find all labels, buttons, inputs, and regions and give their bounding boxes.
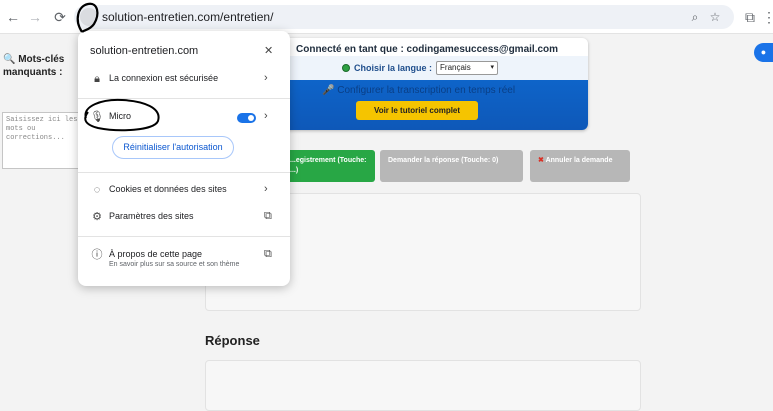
mic-label: Micro bbox=[109, 111, 131, 121]
site-settings-item[interactable]: ⚙ Paramètres des sites ⧉ bbox=[78, 206, 290, 228]
extensions-icon[interactable]: ⧉ bbox=[741, 8, 759, 26]
tutorial-button[interactable]: Voir le tutoriel complet bbox=[356, 101, 478, 120]
tutorial-button-label: Voir le tutoriel complet bbox=[373, 106, 461, 115]
cookie-icon: ◌ bbox=[93, 184, 101, 196]
cookies-item[interactable]: ◌ Cookies et données des sites › bbox=[78, 179, 290, 201]
reload-icon[interactable]: ⟳ bbox=[51, 8, 69, 26]
popup-divider bbox=[78, 172, 290, 173]
popup-host: solution-entretien.com bbox=[90, 45, 199, 57]
missing-keywords-placeholder: Saisissez ici les mots ou corrections... bbox=[6, 116, 78, 142]
response-area[interactable] bbox=[205, 360, 641, 411]
language-select-value: Français bbox=[440, 63, 471, 72]
about-page-item[interactable]: ⓘ À propos de cette page En savoir plus … bbox=[78, 244, 290, 268]
response-heading: Réponse bbox=[205, 333, 260, 348]
record-button[interactable]: ...egistrement (Touche: ...) bbox=[282, 150, 375, 182]
zoom-icon[interactable]: ⌕ bbox=[688, 10, 702, 24]
record-button-label: ...egistrement (Touche: ...) bbox=[290, 157, 367, 174]
cookies-label: Cookies et données des sites bbox=[109, 184, 227, 194]
external-link-icon: ⧉ bbox=[264, 210, 272, 222]
chevron-right-icon[interactable]: › bbox=[264, 110, 268, 122]
browser-toolbar: ← → ⟳ solution-entretien.com/entretien/ … bbox=[0, 0, 773, 34]
ask-answer-button[interactable]: Demander la réponse (Touche: 0) bbox=[380, 150, 523, 182]
cancel-request-button[interactable]: ✖ Annuler la demande bbox=[530, 150, 630, 182]
popup-divider bbox=[78, 236, 290, 237]
mic-permission-item[interactable]: 🎙︎ Micro › bbox=[78, 106, 290, 128]
cancel-request-button-label: Annuler la demande bbox=[545, 157, 613, 164]
bookmark-star-icon[interactable]: ☆ bbox=[708, 10, 722, 24]
connected-user-text: Connecté en tant que : codingamesuccess@… bbox=[296, 44, 559, 55]
forward-arrow-icon[interactable]: → bbox=[26, 8, 44, 26]
back-arrow-icon[interactable]: ← bbox=[4, 8, 22, 26]
gear-icon: ⚙ bbox=[92, 211, 102, 223]
microphone-icon: 🎙︎ bbox=[90, 111, 104, 123]
missing-keywords-title: 🔍 Mots-clés manquants : bbox=[3, 53, 64, 79]
lock-icon: 🔒︎ bbox=[94, 73, 100, 85]
reset-permission-label: Réinitialiser l'autorisation bbox=[123, 142, 223, 152]
chevron-down-icon: ▾ bbox=[490, 64, 495, 71]
site-info-icon[interactable] bbox=[80, 8, 98, 26]
site-info-popup: solution-entretien.com ✕ 🔒︎ La connexion… bbox=[78, 31, 290, 286]
ask-answer-button-label: Demander la réponse (Touche: 0) bbox=[388, 157, 499, 164]
language-select[interactable]: Français ▾ bbox=[436, 61, 499, 75]
menu-icon[interactable]: ⋮ bbox=[760, 8, 773, 26]
connection-secure-item[interactable]: 🔒︎ La connexion est sécurisée › bbox=[78, 68, 290, 90]
reset-permission-button[interactable]: Réinitialiser l'autorisation bbox=[112, 136, 234, 159]
header-panel: Connecté en tant que : codingamesuccess@… bbox=[282, 38, 588, 130]
globe-icon bbox=[342, 64, 350, 72]
address-bar[interactable]: solution-entretien.com/entretien/ ⌕ ☆ bbox=[74, 5, 734, 29]
cancel-x-icon: ✖ bbox=[538, 157, 546, 164]
missing-keywords-title-line2: manquants : bbox=[3, 67, 63, 78]
connection-secure-label: La connexion est sécurisée bbox=[109, 73, 219, 83]
url-text[interactable]: solution-entretien.com/entretien/ bbox=[102, 10, 273, 24]
about-sub-label: En savoir plus sur sa source et son thèm… bbox=[109, 261, 240, 268]
mic-toggle[interactable] bbox=[237, 113, 256, 123]
missing-keywords-textarea[interactable]: Saisissez ici les mots ou corrections... bbox=[2, 112, 86, 169]
popup-divider bbox=[78, 98, 290, 99]
close-icon[interactable]: ✕ bbox=[264, 44, 273, 57]
language-label: Choisir la langue : bbox=[354, 63, 433, 73]
language-row: Choisir la langue : Français ▾ bbox=[342, 61, 499, 75]
missing-keywords-title-line1: 🔍 Mots-clés bbox=[3, 54, 65, 65]
external-link-icon: ⧉ bbox=[264, 248, 272, 260]
chevron-right-icon: › bbox=[264, 183, 268, 195]
info-icon: ⓘ bbox=[91, 249, 103, 261]
site-settings-label: Paramètres des sites bbox=[109, 211, 194, 221]
about-label: À propos de cette page bbox=[109, 249, 203, 259]
floating-extension-icon[interactable]: ● bbox=[754, 43, 773, 62]
chevron-right-icon: › bbox=[264, 72, 268, 84]
configure-transcription-text: 🎤 Configurer la transcription en temps r… bbox=[322, 85, 516, 96]
